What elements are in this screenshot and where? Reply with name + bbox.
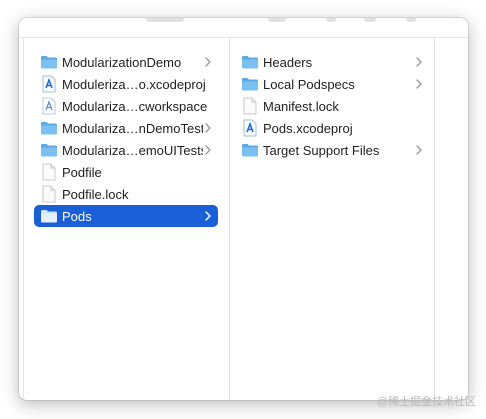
file-icon (40, 163, 58, 181)
item-label: Podfile.lock (62, 186, 129, 202)
item-label: Pods.xcodeproj (263, 120, 353, 136)
folder-icon (40, 141, 58, 159)
item-label: Manifest.lock (263, 98, 339, 114)
list-item[interactable]: ModularizationDemo (34, 51, 218, 73)
toolbar-segment[interactable] (146, 18, 184, 22)
item-label: Moduleriza…o.xcodeproj (62, 76, 206, 92)
folder-icon (40, 207, 58, 225)
tag-icon[interactable] (364, 18, 376, 22)
item-label: Headers (263, 54, 313, 70)
column-1[interactable]: ModularizationDemo Moduleriza…o.xcodeproj… (24, 38, 230, 400)
item-label: Podfile (62, 164, 102, 180)
item-label: Modulariza…cworkspace (62, 98, 208, 114)
xcworkspace-icon (40, 97, 58, 115)
list-item[interactable]: Headers (235, 51, 429, 73)
folder-icon (241, 141, 259, 159)
item-label: Target Support Files (263, 142, 380, 158)
toolbar (19, 18, 468, 38)
chevron-right-icon (414, 79, 424, 89)
list-item[interactable]: Pods.xcodeproj (235, 117, 429, 139)
watermark: @稀土掘金技术社区 (376, 396, 476, 408)
item-label: Modulariza…emoUITests (62, 142, 203, 158)
list-item[interactable]: Pods (34, 205, 218, 227)
list-item[interactable]: Local Podspecs (235, 73, 429, 95)
folder-icon (40, 53, 58, 71)
column-2[interactable]: Headers Local Podspecs Manifest.lock Pods.x… (230, 38, 435, 400)
chevron-right-icon (203, 123, 213, 133)
list-item[interactable]: Podfile.lock (34, 183, 218, 205)
list-item[interactable]: Moduleriza…o.xcodeproj (34, 73, 218, 95)
file-icon (40, 185, 58, 203)
chevron-right-icon (203, 211, 213, 221)
search-icon[interactable] (406, 18, 416, 22)
file-icon (241, 97, 259, 115)
item-label: Pods (62, 208, 92, 224)
list-item[interactable]: Manifest.lock (235, 95, 429, 117)
folder-icon (241, 53, 259, 71)
list-item[interactable]: Podfile (34, 161, 218, 183)
chevron-right-icon (203, 57, 213, 67)
view-mode-icon[interactable] (268, 18, 286, 22)
folder-icon (40, 119, 58, 137)
chevron-right-icon (414, 145, 424, 155)
share-icon[interactable] (326, 18, 336, 22)
chevron-right-icon (414, 57, 424, 67)
item-label: Modulariza…nDemoTests (62, 120, 203, 136)
folder-icon (241, 75, 259, 93)
xcodeproj-icon (40, 75, 58, 93)
item-label: ModularizationDemo (62, 54, 182, 70)
list-item[interactable]: Modulariza…nDemoTests (34, 117, 218, 139)
xcodeproj-icon (241, 119, 259, 137)
list-item[interactable]: Modulariza…cworkspace (34, 95, 218, 117)
chevron-right-icon (203, 145, 213, 155)
list-item[interactable]: Modulariza…emoUITests (34, 139, 218, 161)
list-item[interactable]: Target Support Files (235, 139, 429, 161)
item-label: Local Podspecs (263, 76, 355, 92)
finder-window: ModularizationDemo Moduleriza…o.xcodeproj… (19, 18, 468, 400)
